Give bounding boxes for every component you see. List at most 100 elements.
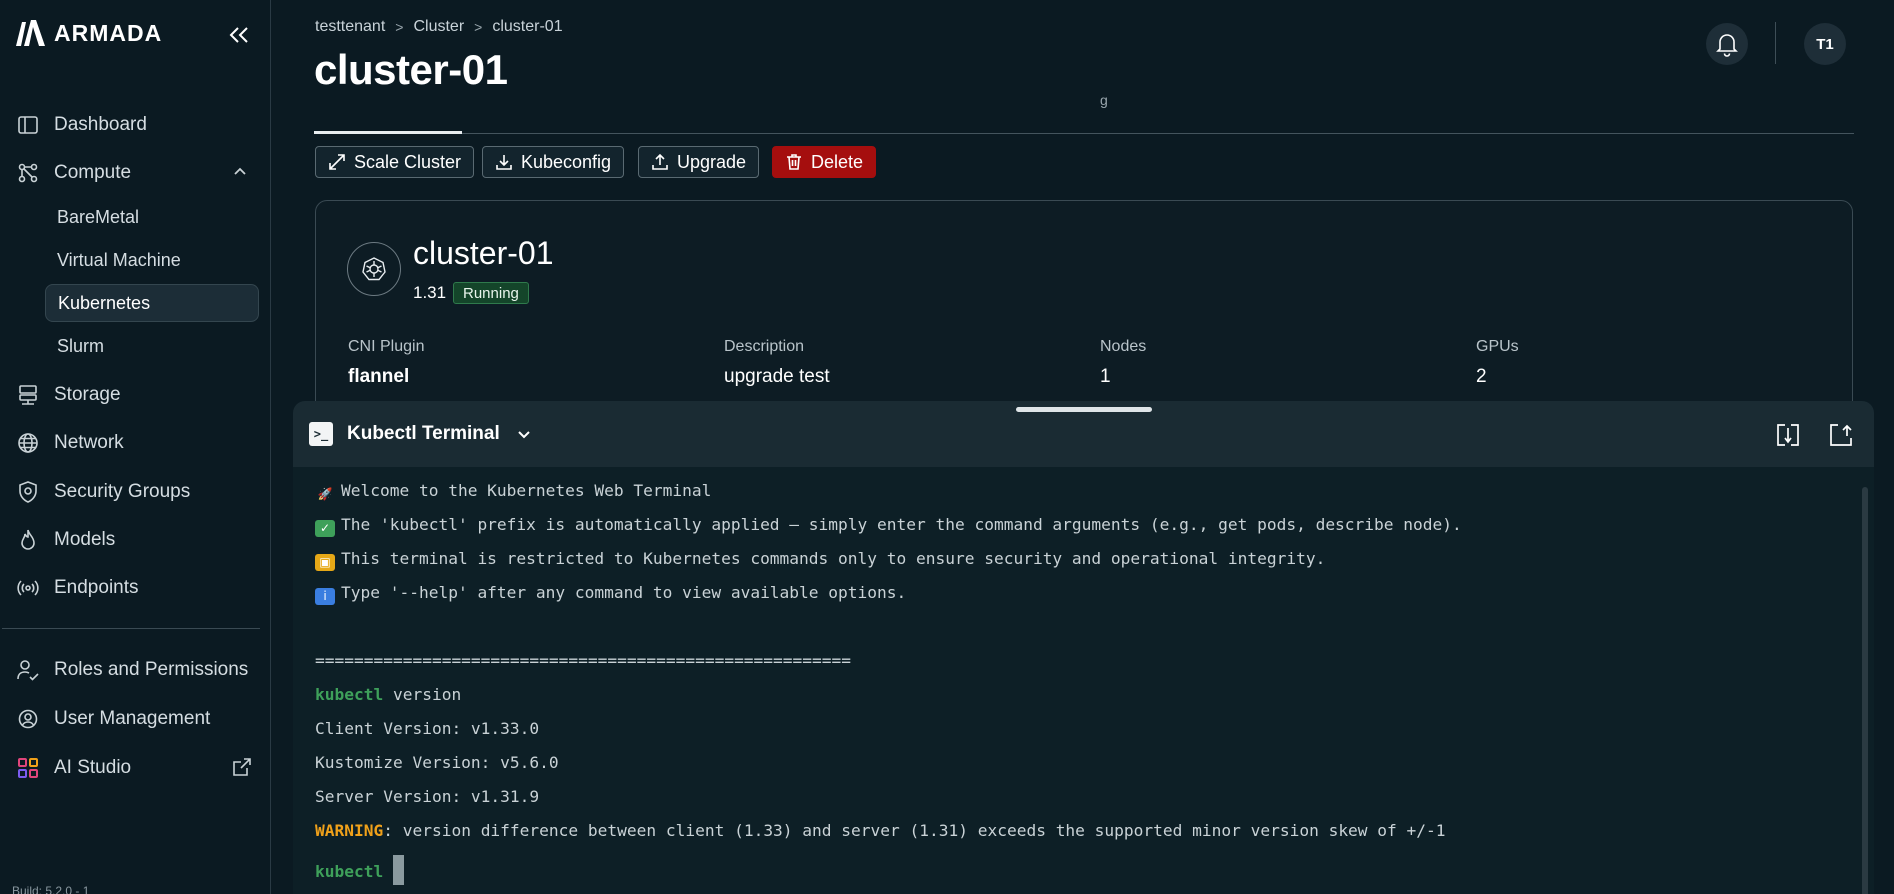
sidebar-item-label: AI Studio <box>54 757 132 778</box>
cluster-version: 1.31 <box>413 283 447 302</box>
armada-logo-icon <box>16 20 45 46</box>
kubeconfig-button[interactable]: Kubeconfig <box>482 146 625 178</box>
terminal-icon: >_ <box>309 422 333 446</box>
description-value: upgrade test <box>724 366 830 387</box>
upgrade-button[interactable]: Upgrade <box>638 146 760 178</box>
terminal-line: i Type '--help' after any command to view… <box>315 583 906 605</box>
external-link-icon[interactable] <box>231 756 253 778</box>
terminal-line: Server Version: v1.31.9 <box>315 787 540 806</box>
chevron-down-icon[interactable] <box>515 425 533 443</box>
sidebar-item-user-management[interactable]: User Management <box>16 707 210 731</box>
cni-plugin-label: CNI Plugin <box>348 338 425 355</box>
popout-icon <box>1830 424 1852 446</box>
rocket-icon: 🚀 <box>317 487 333 501</box>
sidebar-item-storage[interactable]: Storage <box>16 383 121 407</box>
sidebar-item-label: Models <box>54 529 116 550</box>
sidebar-item-endpoints[interactable]: Endpoints <box>16 576 139 600</box>
sidebar-item-dashboard[interactable]: Dashboard <box>16 113 147 137</box>
lock-icon: ▣ <box>315 554 335 571</box>
breadcrumb-cluster[interactable]: Cluster <box>413 18 464 36</box>
tabs-underline <box>314 133 1854 134</box>
sidebar-item-label: Storage <box>54 384 121 405</box>
terminal-line: ▣ This terminal is restricted to Kubernet… <box>315 549 1325 571</box>
notifications-button[interactable] <box>1706 23 1748 65</box>
command-text: version <box>383 685 462 704</box>
sidebar-item-network[interactable]: Network <box>16 431 124 455</box>
button-label: Upgrade <box>677 151 747 172</box>
sidebar-item-slurm[interactable]: Slurm <box>45 327 259 365</box>
sidebar-item-models[interactable]: Models <box>16 528 115 552</box>
chevron-up-icon[interactable] <box>232 164 248 180</box>
terminal-scrollbar[interactable] <box>1860 469 1870 894</box>
warning-text: : version difference between client (1.3… <box>383 821 1446 840</box>
sidebar-item-label: Dashboard <box>54 114 147 135</box>
cluster-name: cluster-01 <box>413 235 554 271</box>
brand-logo[interactable]: ARMADA <box>14 19 162 47</box>
description-label: Description <box>724 338 805 355</box>
expand-icon <box>329 154 345 170</box>
terminal-line: Kustomize Version: v5.6.0 <box>315 753 559 772</box>
terminal-header: >_ Kubectl Terminal <box>293 401 1874 467</box>
collapse-sidebar-button[interactable] <box>224 20 254 50</box>
scroll-thumb[interactable] <box>1862 487 1868 894</box>
terminal-line: 🚀 Welcome to the Kubernetes Web Terminal <box>315 481 712 503</box>
popout-terminal-button[interactable] <box>1827 421 1855 449</box>
sidebar-item-baremetal[interactable]: BareMetal <box>45 198 259 236</box>
breadcrumb-current: cluster-01 <box>492 18 563 35</box>
tab-label-fragment: g <box>1100 92 1108 108</box>
status-badge: Running <box>453 282 529 304</box>
globe-icon <box>18 433 38 453</box>
sidebar-item-label: Endpoints <box>54 577 139 598</box>
user-gear-icon <box>18 709 38 729</box>
breadcrumb: testtenant > Cluster > cluster-01 <box>315 18 563 36</box>
build-version: Build: 5.2.0 - 1 <box>12 884 90 894</box>
sidebar-item-label: Network <box>54 432 124 453</box>
sidebar-divider <box>2 628 260 629</box>
sidebar: ARMADA Dashboard Compute BareMetal Virtu… <box>0 0 271 894</box>
avatar[interactable]: T1 <box>1804 23 1846 65</box>
expand-terminal-button[interactable] <box>1774 421 1802 449</box>
sidebar-item-label: Roles and Permissions <box>54 659 249 680</box>
compute-icon <box>18 163 38 183</box>
tab-active-indicator[interactable] <box>314 131 462 134</box>
trash-icon <box>787 154 801 170</box>
sidebar-item-compute[interactable]: Compute <box>16 161 131 185</box>
terminal-separator: ========================================… <box>315 651 852 670</box>
header-divider <box>1775 22 1776 64</box>
kubectl-terminal-panel: >_ Kubectl Terminal 🚀 Welcome to the Kube… <box>293 401 1874 894</box>
warning-label: WARNING <box>315 821 384 840</box>
grid-icon <box>18 758 38 778</box>
nodes-value: 1 <box>1100 366 1111 387</box>
button-label: Scale Cluster <box>354 151 462 172</box>
info-icon: i <box>315 588 335 605</box>
double-chevron-left-icon <box>229 27 248 43</box>
cni-plugin-value: flannel <box>348 366 410 387</box>
kubernetes-icon <box>347 242 401 296</box>
upload-icon <box>652 153 668 170</box>
users-check-icon <box>17 660 39 681</box>
storage-icon <box>19 385 37 405</box>
resize-drag-handle[interactable] <box>1016 407 1152 412</box>
sidebar-item-roles-and-permissions[interactable]: Roles and Permissions <box>16 658 248 682</box>
sidebar-item-ai-studio[interactable]: AI Studio <box>16 756 131 780</box>
terminal-line: kubectl version <box>315 685 461 704</box>
terminal-input-line[interactable]: kubectl <box>315 855 405 885</box>
terminal-line: WARNING: version difference between clie… <box>315 821 1446 840</box>
breadcrumb-tenant[interactable]: testtenant <box>315 18 385 36</box>
download-icon <box>496 155 512 170</box>
sidebar-item-virtual-machine[interactable]: Virtual Machine <box>45 241 259 279</box>
terminal-line: ✓ The 'kubectl' prefix is automatically a… <box>315 515 1462 537</box>
delete-button[interactable]: Delete <box>772 146 877 178</box>
bell-icon <box>1716 34 1738 57</box>
sidebar-item-label: User Management <box>54 708 211 729</box>
text-cursor <box>393 855 405 885</box>
gpus-label: GPUs <box>1476 338 1519 355</box>
sidebar-item-kubernetes[interactable]: Kubernetes <box>45 284 259 322</box>
chevron-right-icon: > <box>395 19 404 35</box>
page-title: cluster-01 <box>314 46 508 93</box>
scale-cluster-button[interactable]: Scale Cluster <box>315 146 475 178</box>
button-label: Kubeconfig <box>521 151 612 172</box>
nodes-label: Nodes <box>1100 338 1147 355</box>
prompt: kubectl <box>315 685 384 704</box>
sidebar-item-security-groups[interactable]: Security Groups <box>16 480 190 504</box>
